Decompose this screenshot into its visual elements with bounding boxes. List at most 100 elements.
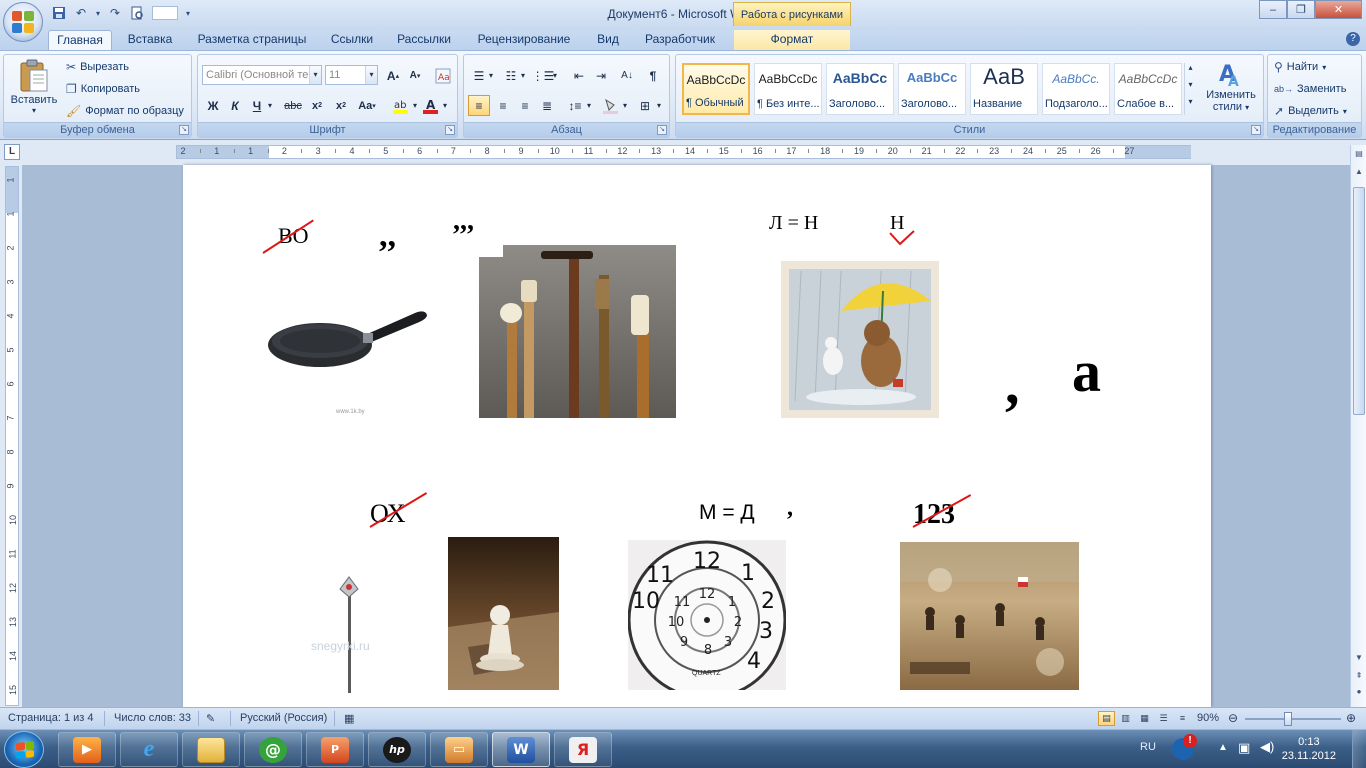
tab-mailings[interactable]: Рассылки bbox=[388, 30, 460, 50]
system-clock[interactable]: 0:13 23.11.2012 bbox=[1282, 735, 1336, 763]
horizontal-ruler[interactable]: 2 1 1 2 3 4 5 6 7 8 9 10 11 12 13 14 15 16 17 18 19 20 21 22 23 2… bbox=[176, 145, 1191, 159]
taskbar-explorer[interactable] bbox=[182, 732, 240, 767]
full-screen-reading-icon[interactable]: ▥ bbox=[1117, 711, 1134, 726]
zoom-in-icon[interactable]: ⊕ bbox=[1346, 711, 1356, 725]
close-icon[interactable]: ✕ bbox=[1315, 0, 1362, 19]
underline-dropdown-icon[interactable]: ▾ bbox=[264, 95, 276, 116]
tab-insert[interactable]: Вставка bbox=[118, 30, 182, 50]
line-spacing-icon[interactable]: ↕≡ bbox=[564, 95, 586, 116]
print-layout-icon[interactable]: ▤ bbox=[1098, 711, 1115, 726]
change-styles-button[interactable]: AA Изменить стили ▾ bbox=[1200, 59, 1262, 113]
page-indicator[interactable]: Страница: 1 из 4 bbox=[8, 712, 94, 724]
rain-umbrella-image[interactable] bbox=[781, 261, 939, 418]
copy-button[interactable]: ❐ Копировать bbox=[66, 79, 140, 99]
taskbar-internet-explorer[interactable]: e bbox=[120, 732, 178, 767]
highlight-icon[interactable]: ab bbox=[390, 95, 412, 116]
paragraph-launcher-icon[interactable]: ↘ bbox=[657, 125, 667, 135]
align-left-icon[interactable]: ≡ bbox=[468, 95, 490, 116]
outline-icon[interactable]: ☰ bbox=[1155, 711, 1172, 726]
taskbar-presentation[interactable]: ▭ bbox=[430, 732, 488, 767]
macro-record-icon[interactable]: ▦ bbox=[344, 712, 354, 725]
bullets-dropdown-icon[interactable]: ▾ bbox=[486, 65, 496, 86]
web-layout-icon[interactable]: ▦ bbox=[1136, 711, 1153, 726]
highlight-dropdown-icon[interactable]: ▾ bbox=[410, 95, 420, 116]
minimize-icon[interactable]: – bbox=[1259, 0, 1287, 19]
replace-button[interactable]: ab→ Заменить bbox=[1274, 79, 1346, 99]
line-spacing-dropdown-icon[interactable]: ▾ bbox=[584, 95, 594, 116]
align-center-icon[interactable]: ≡ bbox=[492, 95, 514, 116]
help-icon[interactable]: ? bbox=[1346, 32, 1360, 46]
spelling-check-icon[interactable]: ✎ bbox=[206, 712, 215, 725]
style-subtle-emphasis[interactable]: AaBbCcDc Слабое в... bbox=[1114, 63, 1182, 115]
find-button[interactable]: ⚲ Найти ▾ bbox=[1274, 57, 1326, 77]
tab-view[interactable]: Вид bbox=[588, 30, 628, 50]
start-button[interactable] bbox=[4, 731, 44, 768]
taskbar-yandex[interactable]: Я bbox=[554, 732, 612, 767]
shading-dropdown-icon[interactable]: ▾ bbox=[620, 95, 630, 116]
input-language[interactable]: RU bbox=[1140, 741, 1156, 753]
shading-icon[interactable] bbox=[600, 95, 622, 116]
prev-page-icon[interactable]: ⇞ bbox=[1352, 669, 1366, 683]
show-desktop-button[interactable] bbox=[1352, 730, 1366, 768]
word-count[interactable]: Число слов: 33 bbox=[114, 712, 191, 724]
spiral-clock-image[interactable]: 12 1 2 3 4 11 10 12 1 2 3 11 10 9 8 QUARTZ bbox=[628, 540, 786, 690]
change-case-icon[interactable]: Aa ▾ bbox=[356, 95, 378, 116]
tab-references[interactable]: Ссылки bbox=[322, 30, 382, 50]
taskbar-powerpoint[interactable]: P bbox=[306, 732, 364, 767]
zoom-out-icon[interactable]: ⊖ bbox=[1228, 711, 1238, 725]
maximize-icon[interactable]: ❐ bbox=[1287, 0, 1315, 19]
font-name-combo[interactable]: Calibri (Основной те ▾ bbox=[202, 65, 322, 85]
borders-dropdown-icon[interactable]: ▾ bbox=[654, 95, 664, 116]
scroll-thumb[interactable] bbox=[1353, 187, 1365, 415]
italic-icon[interactable]: К bbox=[224, 95, 246, 116]
style-heading-1[interactable]: AaBbCc Заголово... bbox=[826, 63, 894, 115]
tab-format[interactable]: Формат bbox=[734, 30, 850, 50]
font-launcher-icon[interactable]: ↘ bbox=[445, 125, 455, 135]
font-size-dropdown-icon[interactable]: ▾ bbox=[365, 66, 377, 84]
find-dropdown-icon[interactable]: ▾ bbox=[1322, 63, 1326, 72]
taskbar-word[interactable]: W bbox=[492, 732, 550, 767]
vertical-scrollbar[interactable]: ▤ ▲ ▼ ⇞ ● bbox=[1350, 145, 1366, 707]
zoom-slider-knob[interactable] bbox=[1284, 712, 1292, 726]
format-painter-button[interactable]: 🖌 Формат по образцу bbox=[66, 101, 184, 121]
scroll-up-icon[interactable]: ▲ bbox=[1352, 165, 1366, 179]
zoom-level[interactable]: 90% bbox=[1197, 712, 1219, 724]
font-color-icon[interactable]: A bbox=[420, 95, 442, 116]
staff-image[interactable] bbox=[335, 575, 391, 693]
volume-icon[interactable]: ◀) bbox=[1260, 739, 1274, 755]
numbering-dropdown-icon[interactable]: ▾ bbox=[518, 65, 528, 86]
font-size-combo[interactable]: 11 ▾ bbox=[325, 65, 378, 85]
vertical-ruler[interactable]: 1 1 2 3 4 5 6 7 8 9 10 11 12 13 14 15 bbox=[5, 166, 19, 706]
font-name-dropdown-icon[interactable]: ▾ bbox=[309, 66, 321, 84]
bold-icon[interactable]: Ж bbox=[202, 95, 224, 116]
styles-more-icon[interactable]: ▾ bbox=[1185, 97, 1196, 114]
decrease-indent-icon[interactable]: ⇤ bbox=[568, 65, 590, 86]
cut-button[interactable]: ✂ Вырезать bbox=[66, 57, 129, 77]
increase-indent-icon[interactable]: ⇥ bbox=[590, 65, 612, 86]
clipboard-launcher-icon[interactable]: ↘ bbox=[179, 125, 189, 135]
network-icon[interactable]: ▣ bbox=[1238, 740, 1250, 756]
styles-launcher-icon[interactable]: ↘ bbox=[1251, 125, 1261, 135]
font-color-dropdown-icon[interactable]: ▾ bbox=[440, 95, 450, 116]
tab-review[interactable]: Рецензирование bbox=[466, 30, 582, 50]
style-title[interactable]: АаВ Название bbox=[970, 63, 1038, 115]
shrink-font-icon[interactable]: A ▾ bbox=[404, 65, 426, 86]
styles-up-icon[interactable]: ▴ bbox=[1185, 63, 1196, 80]
frying-pan-image[interactable] bbox=[265, 303, 435, 373]
style-no-spacing[interactable]: AaBbCcDc ¶ Без инте... bbox=[754, 63, 822, 115]
select-dropdown-icon[interactable]: ▾ bbox=[1343, 107, 1347, 116]
tab-selector[interactable]: L bbox=[4, 144, 20, 160]
tab-page-layout[interactable]: Разметка страницы bbox=[188, 30, 316, 50]
multilevel-dropdown-icon[interactable]: ▾ bbox=[550, 65, 560, 86]
office-button[interactable] bbox=[3, 2, 43, 42]
tab-developer[interactable]: Разработчик bbox=[634, 30, 726, 50]
taskbar-media-player[interactable]: ▶ bbox=[58, 732, 116, 767]
style-normal[interactable]: AaBbCcDc ¶ Обычный bbox=[682, 63, 750, 115]
document-page[interactable]: ВО ,, ,,, www.1k.by Л = Н Н , а ОХ snegy… bbox=[183, 165, 1211, 707]
canes-image[interactable] bbox=[479, 245, 676, 418]
sort-icon[interactable]: А↓ bbox=[616, 65, 638, 86]
strikethrough-icon[interactable]: abc bbox=[282, 95, 304, 116]
subscript-icon[interactable]: x2 bbox=[306, 95, 328, 116]
styles-down-icon[interactable]: ▾ bbox=[1185, 80, 1196, 97]
action-center-icon[interactable]: ! bbox=[1172, 734, 1197, 760]
